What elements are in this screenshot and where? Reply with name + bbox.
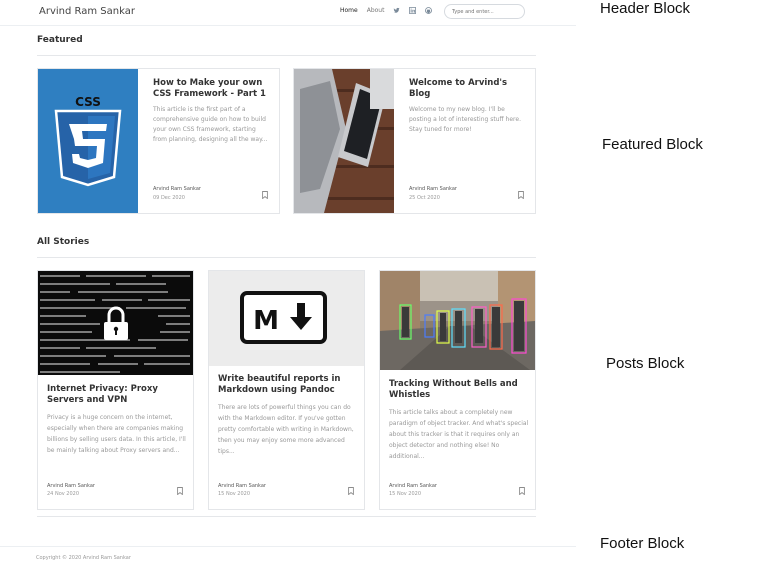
- nav-home-link[interactable]: Home: [340, 7, 358, 14]
- post-author: Arvind Ram Sankar: [47, 483, 95, 489]
- featured-card[interactable]: CSS How to Make your own CSS Framework -…: [37, 68, 280, 214]
- posts-block-label: Posts Block: [606, 355, 685, 372]
- css3-logo-image[interactable]: CSS: [38, 69, 138, 213]
- featured-block-label: Featured Block: [602, 136, 703, 153]
- post-date: 15 Nov 2020: [389, 491, 422, 497]
- featured-card-excerpt: This article is the first part of a comp…: [153, 106, 268, 143]
- post-author: Arvind Ram Sankar: [218, 483, 266, 489]
- header-block-label: Header Block: [600, 0, 691, 17]
- post-title[interactable]: Write beautiful reports in Markdown usin…: [218, 374, 358, 396]
- css3-logo-text: CSS: [75, 95, 101, 109]
- post-author: Arvind Ram Sankar: [389, 483, 437, 489]
- post-title[interactable]: Internet Privacy: Proxy Servers and VPN: [47, 384, 187, 406]
- footer-block-label: Footer Block: [600, 535, 685, 552]
- featured-card-excerpt: Welcome to my new blog. I'll be posting …: [409, 106, 521, 133]
- all-stories-heading: All Stories: [37, 237, 90, 247]
- markdown-logo-text: M: [253, 306, 279, 336]
- post-card[interactable]: Internet Privacy: Proxy Servers and VPN …: [37, 270, 194, 510]
- laptop-phone-image[interactable]: [294, 69, 394, 213]
- featured-card-title[interactable]: How to Make your own CSS Framework - Par…: [153, 78, 271, 100]
- post-excerpt: This article talks about a completely ne…: [389, 409, 529, 460]
- laptop-phone-photo: [294, 69, 394, 213]
- featured-card-date: 09 Dec 2020: [153, 195, 185, 201]
- twitter-icon[interactable]: [393, 7, 401, 14]
- bookmark-icon[interactable]: [348, 487, 354, 495]
- featured-card-body: How to Make your own CSS Framework - Par…: [153, 78, 271, 145]
- stories-divider: [37, 257, 536, 258]
- posts-bottom-divider: [37, 516, 536, 517]
- post-date: 24 Nov 2020: [47, 491, 80, 497]
- post-excerpt: There are lots of powerful things you ca…: [218, 404, 354, 455]
- markdown-logo-icon: M: [209, 271, 364, 366]
- site-title[interactable]: Arvind Ram Sankar: [39, 6, 135, 17]
- search-input[interactable]: [444, 4, 525, 19]
- main-nav: Home About: [340, 7, 441, 14]
- featured-heading: Featured: [37, 35, 83, 45]
- bookmark-icon[interactable]: [518, 191, 524, 199]
- street-tracking-photo: [380, 271, 535, 370]
- bookmark-icon[interactable]: [177, 487, 183, 495]
- markdown-logo-image[interactable]: M: [209, 271, 364, 366]
- post-date: 15 Nov 2020: [218, 491, 251, 497]
- github-icon[interactable]: [425, 7, 433, 14]
- featured-card-date: 25 Oct 2020: [409, 195, 440, 201]
- post-title[interactable]: Tracking Without Bells and Whistles: [389, 379, 529, 401]
- bookmark-icon[interactable]: [519, 487, 525, 495]
- featured-card-body: Welcome to Arvind's Blog Welcome to my n…: [409, 78, 527, 135]
- street-tracking-image[interactable]: [380, 271, 535, 370]
- footer-copyright: Copyright © 2020 Arvind Ram Sankar: [36, 555, 131, 561]
- post-card[interactable]: M Write beautiful reports in Markdown us…: [208, 270, 365, 510]
- featured-card-title[interactable]: Welcome to Arvind's Blog: [409, 78, 527, 100]
- featured-card[interactable]: Welcome to Arvind's Blog Welcome to my n…: [293, 68, 536, 214]
- featured-card-author: Arvind Ram Sankar: [409, 186, 457, 192]
- css3-logo-icon: CSS: [54, 95, 122, 187]
- padlock-code-image[interactable]: [38, 271, 193, 375]
- post-excerpt: Privacy is a huge concern on the interne…: [47, 414, 186, 454]
- post-card[interactable]: Tracking Without Bells and Whistles This…: [379, 270, 536, 510]
- bookmark-icon[interactable]: [262, 191, 268, 199]
- site-header: Arvind Ram Sankar Home About: [0, 0, 576, 26]
- featured-card-author: Arvind Ram Sankar: [153, 186, 201, 192]
- padlock-code-photo: [38, 271, 193, 375]
- footer-divider: [0, 546, 576, 547]
- linkedin-icon[interactable]: [409, 7, 417, 14]
- featured-divider: [37, 55, 536, 56]
- nav-about-link[interactable]: About: [367, 7, 385, 14]
